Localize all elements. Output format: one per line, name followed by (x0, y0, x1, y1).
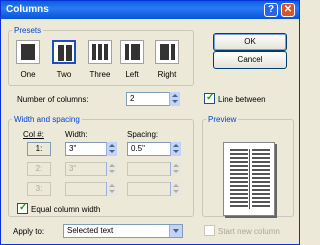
num-columns-label: Number of columns: (17, 95, 89, 104)
width-spacing-title: Width and spacing (12, 115, 82, 124)
apply-to-label: Apply to: (13, 227, 45, 236)
cancel-button[interactable]: Cancel (213, 51, 287, 69)
col-1-spacing-spinner[interactable] (170, 142, 181, 156)
num-columns-spinner[interactable] (169, 92, 180, 106)
spacing-header: Spacing: (127, 130, 159, 139)
preset-one[interactable]: One (16, 40, 40, 79)
preset-three-icon (88, 40, 112, 64)
preset-right-icon (155, 40, 179, 64)
preset-left-label: Left (125, 70, 139, 79)
col-3-spacing-spinner[interactable] (170, 182, 181, 196)
dialog-title: Columns (6, 4, 49, 15)
col-2-spacing-spinner[interactable] (170, 162, 181, 176)
preset-two-label: Two (56, 70, 72, 79)
preset-one-label: One (20, 70, 36, 79)
apply-to-value: Selected text (67, 226, 114, 235)
preview-page (223, 142, 275, 216)
columns-dialog: Columns ? ✕ Presets One Two Three Left R… (0, 0, 300, 245)
preset-two-icon (52, 40, 76, 64)
ok-button[interactable]: OK (213, 33, 287, 51)
line-between-checkbox[interactable] (204, 92, 215, 104)
preview-title: Preview (206, 115, 239, 124)
preset-three-label: Three (89, 70, 111, 79)
col-1-number: 1: (27, 142, 51, 156)
preset-right-label: Right (157, 70, 177, 79)
preview-column-left (230, 149, 248, 209)
help-button[interactable]: ? (264, 3, 278, 17)
col-3-width-spinner[interactable] (106, 182, 117, 196)
preview-line-between (249, 149, 250, 209)
apply-to-dropdown[interactable]: Selected text (63, 224, 183, 238)
col-2-number: 2: (27, 162, 51, 176)
preset-two[interactable]: Two (52, 40, 76, 79)
preset-right[interactable]: Right (155, 40, 179, 79)
line-between-label[interactable]: Line between (218, 95, 266, 104)
width-header: Width: (65, 130, 88, 139)
col-3-number: 3: (27, 182, 51, 196)
col-1-width-spinner[interactable] (106, 142, 117, 156)
presets-title: Presets (12, 26, 44, 35)
preset-left[interactable]: Left (120, 40, 144, 79)
equal-width-checkbox[interactable] (17, 202, 28, 214)
col-2-width-spinner[interactable] (106, 162, 117, 176)
start-new-column-label: Start new column (218, 227, 280, 236)
preset-three[interactable]: Three (88, 40, 112, 79)
preset-one-icon (16, 40, 40, 64)
start-new-column-checkbox[interactable] (204, 225, 215, 236)
chevron-down-icon[interactable] (169, 225, 182, 237)
equal-width-label[interactable]: Equal column width (31, 205, 100, 214)
col-number-header: Col #: (23, 130, 44, 139)
title-bar[interactable]: Columns ? ✕ (1, 1, 299, 19)
preset-left-icon (120, 40, 144, 64)
preview-column-right (252, 149, 270, 209)
close-button[interactable]: ✕ (281, 3, 295, 17)
